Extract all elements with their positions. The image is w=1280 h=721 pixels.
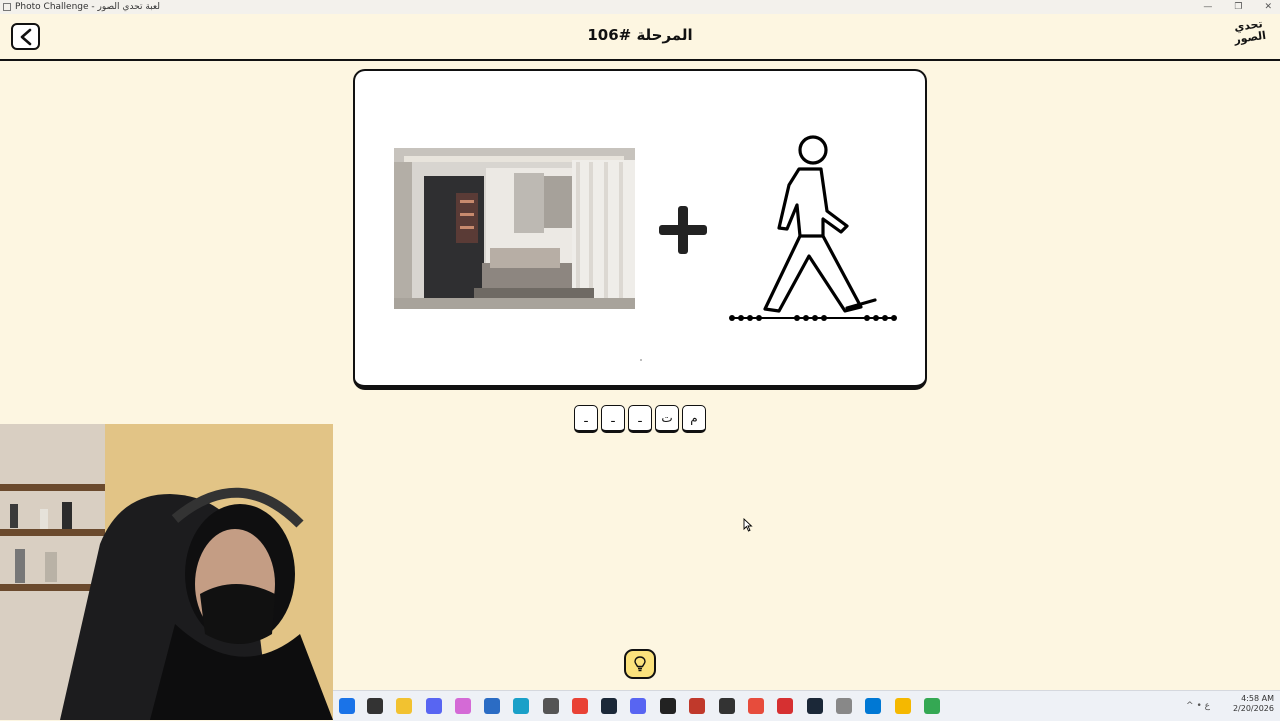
obs-icon[interactable] [719,698,735,714]
steam-icon[interactable] [601,698,617,714]
chevron-up-icon[interactable]: ^ [1186,701,1194,711]
file-explorer-icon[interactable] [396,698,412,714]
plus-icon [659,206,707,254]
settings-icon[interactable] [836,698,852,714]
webcam-overlay [0,424,333,720]
app-icon[interactable] [748,698,764,714]
lightbulb-icon [634,656,646,672]
answer-slots: ـ ـ ـ ت م [574,405,706,433]
mouse-cursor-icon [743,518,753,532]
clock[interactable]: 4:58 AM 2/20/2026 [1233,694,1274,714]
app-icon[interactable] [865,698,881,714]
task-view-icon[interactable] [367,698,383,714]
app-header: المرحلة #106 تحدي الصور [0,14,1280,61]
clock-time: 4:58 AM [1241,694,1274,703]
chrome-icon[interactable] [572,698,588,714]
game-logo: تحدي الصور [1233,17,1267,47]
card-dot [640,359,642,361]
system-tray-icons[interactable]: ^ • ع [1186,701,1210,711]
answer-slot[interactable]: ـ [574,405,598,433]
answer-slot[interactable]: م [682,405,706,433]
puzzle-card [353,69,927,390]
discord-icon[interactable] [426,698,442,714]
window-controls: — ❐ ✕ [1203,0,1272,14]
app-icon[interactable] [777,698,793,714]
window-titlebar: Photo Challenge - لعبة تحدي الصور — ❐ ✕ [0,0,1280,14]
window-title: Photo Challenge - لعبة تحدي الصور [15,2,160,12]
app-icon[interactable] [895,698,911,714]
app-icon[interactable] [543,698,559,714]
bedroom-photo [394,148,635,309]
level-title: المرحلة #106 [587,26,693,44]
answer-slot[interactable]: ـ [601,405,625,433]
steam-icon[interactable] [807,698,823,714]
minimize-button[interactable]: — [1203,0,1212,14]
app-icon[interactable] [660,698,676,714]
answer-slot[interactable]: ت [655,405,679,433]
app-icon[interactable] [689,698,705,714]
close-button[interactable]: ✕ [1264,0,1272,14]
edge-icon[interactable] [513,698,529,714]
walking-person-icon [729,135,897,321]
chrome-icon[interactable] [924,698,940,714]
hint-button[interactable] [624,649,656,679]
store-icon[interactable] [484,698,500,714]
start-icon[interactable] [339,698,355,714]
discord-icon[interactable] [630,698,646,714]
microphone-icon[interactable]: • [1196,701,1201,711]
copilot-icon[interactable] [455,698,471,714]
maximize-button[interactable]: ❐ [1234,0,1242,14]
taskbar: ^ • ع 4:58 AM 2/20/2026 [333,690,1280,721]
clock-date: 2/20/2026 [1232,704,1274,713]
answer-slot[interactable]: ـ [628,405,652,433]
language-indicator[interactable]: ع [1205,701,1210,711]
app-icon [3,3,11,11]
